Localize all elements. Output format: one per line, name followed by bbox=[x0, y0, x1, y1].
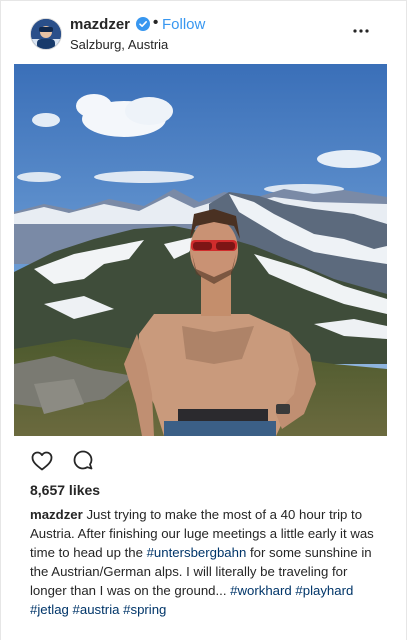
hashtag-link[interactable]: #spring bbox=[123, 602, 166, 617]
post-photo[interactable] bbox=[14, 64, 387, 436]
hashtag-link[interactable]: #untersbergbahn bbox=[147, 545, 247, 560]
hashtag-link[interactable]: #austria bbox=[73, 602, 120, 617]
post-caption: mazdzer Just trying to make the most of … bbox=[30, 505, 380, 619]
avatar[interactable] bbox=[30, 18, 62, 50]
hashtag-link[interactable]: #jetlag bbox=[30, 602, 69, 617]
hashtag-link[interactable]: #playhard bbox=[295, 583, 353, 598]
more-options-icon[interactable] bbox=[352, 22, 370, 40]
post-username[interactable]: mazdzer bbox=[70, 16, 130, 33]
post-location[interactable]: Salzburg, Austria bbox=[70, 37, 168, 52]
separator-dot: • bbox=[153, 14, 159, 31]
hashtag-link[interactable]: #workhard bbox=[230, 583, 292, 598]
verified-badge-icon bbox=[136, 17, 150, 31]
caption-username[interactable]: mazdzer bbox=[30, 507, 83, 522]
heart-icon[interactable] bbox=[30, 449, 54, 473]
post-header: mazdzer • Follow Salzburg, Austria bbox=[0, 0, 407, 63]
follow-button[interactable]: Follow bbox=[162, 16, 205, 33]
comment-icon[interactable] bbox=[71, 449, 95, 473]
like-count[interactable]: 8,657 likes bbox=[30, 482, 100, 498]
